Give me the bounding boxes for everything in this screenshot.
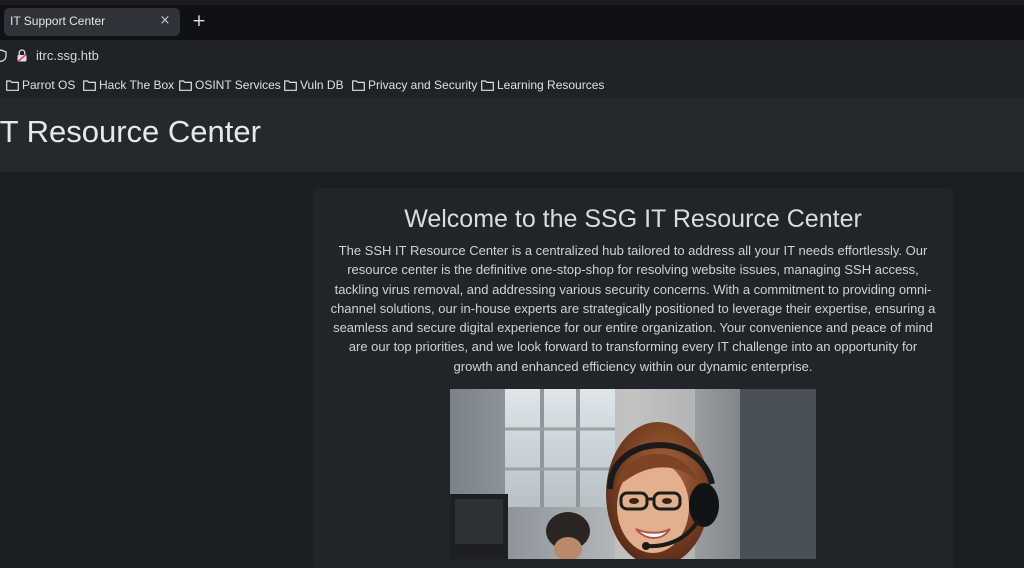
tab-title: IT Support Center: [10, 14, 106, 28]
folder-icon: [481, 79, 494, 91]
navigation-bar: itrc.ssg.htb: [0, 40, 1024, 70]
bookmark-privacy-and-security[interactable]: Privacy and Security: [352, 77, 477, 93]
bookmark-learning-resources[interactable]: Learning Resources: [481, 77, 604, 93]
plus-icon[interactable]: +: [190, 12, 208, 30]
folder-icon: [83, 79, 96, 91]
welcome-heading: Welcome to the SSG IT Resource Center: [404, 205, 862, 233]
shield-icon[interactable]: [0, 49, 7, 62]
bookmark-osint-services[interactable]: OSINT Services: [179, 77, 281, 93]
bookmark-label: Hack The Box: [99, 78, 175, 92]
bookmark-label: Learning Resources: [497, 78, 605, 92]
window-top-edge: [0, 0, 1024, 5]
active-tab[interactable]: IT Support Center ×: [4, 8, 180, 36]
bookmark-label: Privacy and Security: [368, 78, 478, 92]
bookmarks-toolbar: Parrot OS Hack The Box OSINT Services Vu…: [0, 70, 1024, 99]
close-icon[interactable]: ×: [156, 12, 174, 30]
support-agent-illustration: [450, 389, 816, 559]
bookmark-label: Vuln DB: [300, 78, 344, 92]
url-field[interactable]: itrc.ssg.htb: [36, 48, 99, 63]
bookmark-label: Parrot OS: [22, 78, 76, 92]
welcome-card: Welcome to the SSG IT Resource Center Th…: [313, 188, 953, 568]
site-title: IT Resource Center: [0, 114, 261, 149]
bookmark-label: OSINT Services: [195, 78, 281, 92]
bookmark-vuln-db[interactable]: Vuln DB: [284, 77, 344, 93]
folder-icon: [179, 79, 192, 91]
bookmark-parrot-os[interactable]: Parrot OS: [6, 77, 75, 93]
bookmark-hack-the-box[interactable]: Hack The Box: [83, 77, 174, 93]
intro-paragraph: The SSH IT Resource Center is a centrali…: [330, 243, 936, 374]
browser-tab-strip: IT Support Center × +: [0, 0, 1024, 40]
folder-icon: [6, 79, 19, 91]
support-agent-photo: [450, 389, 816, 559]
folder-icon: [352, 79, 365, 91]
folder-icon: [284, 79, 297, 91]
lock-icon[interactable]: [16, 49, 28, 62]
site-header: IT Resource Center: [0, 98, 1024, 172]
